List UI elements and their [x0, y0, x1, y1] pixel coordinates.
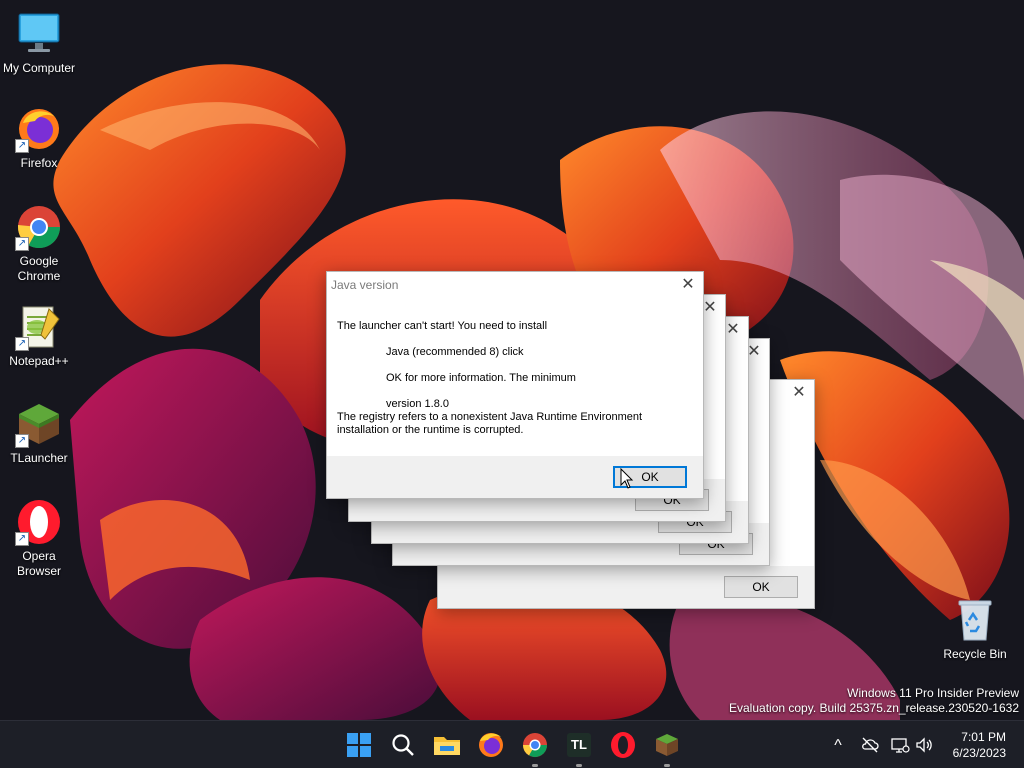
display-icon [891, 738, 910, 753]
opera-icon [611, 732, 635, 758]
opera-icon: ↗ [15, 498, 63, 546]
file-explorer-icon [434, 737, 460, 755]
dialog-message: The launcher can't start! You need to in… [337, 320, 642, 437]
start-icon [347, 733, 371, 757]
ok-button[interactable]: OK [724, 576, 798, 598]
close-icon[interactable]: ✕ [724, 321, 742, 339]
taskbar-opera[interactable] [607, 729, 639, 761]
dialog-title: Java version [331, 278, 399, 292]
desktop-icon-notepad-plus-plus[interactable]: ↗ Notepad++ [0, 303, 78, 369]
desktop-icon-label: TLauncher [10, 451, 68, 465]
running-indicator [532, 764, 538, 767]
chrome-icon: ↗ [15, 203, 63, 251]
desktop-icon-label: Recycle Bin [943, 647, 1007, 661]
monitor-icon [15, 10, 63, 58]
desktop-icon-label: Opera Browser [16, 549, 61, 578]
shortcut-arrow-icon: ↗ [15, 337, 29, 351]
shortcut-arrow-icon: ↗ [15, 532, 29, 546]
notepad-plus-plus-icon: ↗ [15, 303, 63, 351]
message-line: The registry refers to a nonexistent Jav… [337, 411, 643, 423]
taskbar-chrome[interactable] [519, 729, 551, 767]
message-line: version 1.8.0 [386, 398, 449, 410]
taskbar-minecraft[interactable] [651, 729, 683, 767]
volume-button[interactable] [914, 735, 934, 755]
network-button[interactable] [860, 735, 880, 755]
chevron-up-icon: ^ [834, 737, 842, 754]
tlauncher-icon-text: TL [571, 737, 587, 752]
desktop-icon-label: Firefox [20, 156, 58, 170]
taskbar-tlauncher[interactable]: TL [563, 729, 595, 767]
message-line: The launcher can't start! You need to in… [337, 320, 548, 332]
running-indicator [664, 764, 670, 767]
taskbar-file-explorer[interactable] [431, 729, 463, 761]
desktop-icon-label: My Computer [2, 61, 76, 75]
display-button[interactable] [890, 735, 910, 755]
message-line: OK for more information. The minimum [386, 372, 576, 384]
taskbar-firefox[interactable] [475, 729, 507, 761]
desktop-icon-opera-browser[interactable]: ↗ Opera Browser [0, 498, 78, 579]
java-version-dialog[interactable]: Java version ✕ The launcher can't start!… [326, 271, 704, 499]
speaker-icon [916, 737, 932, 753]
firefox-icon: ↗ [15, 105, 63, 153]
search-icon [392, 734, 414, 756]
desktop-icon-google-chrome[interactable]: ↗ Google Chrome [0, 203, 78, 284]
minecraft-icon [656, 734, 678, 756]
search-button[interactable] [387, 729, 419, 761]
watermark-edition: Windows 11 Pro Insider Preview [847, 686, 1019, 700]
taskbar: TL ^ 7:01 PM 6/23/2023 [0, 720, 1024, 768]
desktop-icon-firefox[interactable]: ↗ Firefox [0, 105, 78, 171]
windows-watermark: Windows 11 Pro Insider Preview Evaluatio… [729, 686, 1019, 716]
recycle-bin-icon [951, 596, 999, 644]
clock-date: 6/23/2023 [952, 746, 1006, 760]
start-button[interactable] [343, 729, 375, 761]
close-icon[interactable]: ✕ [679, 276, 697, 294]
desktop-icon-my-computer[interactable]: My Computer [0, 10, 78, 76]
shortcut-arrow-icon: ↗ [15, 434, 29, 448]
firefox-icon [479, 733, 503, 757]
mouse-cursor-icon [620, 468, 634, 489]
running-indicator [576, 764, 582, 767]
desktop-icon-recycle-bin[interactable]: Recycle Bin [936, 596, 1014, 662]
cloud-offline-icon [862, 737, 879, 753]
watermark-build: Evaluation copy. Build 25375.zn_release.… [729, 701, 1019, 715]
clock-time: 7:01 PM [961, 730, 1006, 744]
chrome-icon [523, 733, 547, 758]
shortcut-arrow-icon: ↗ [15, 139, 29, 153]
message-line: installation or the runtime is corrupted… [337, 424, 524, 436]
desktop-icon-label: Notepad++ [9, 354, 69, 368]
show-hidden-icons-button[interactable]: ^ [828, 735, 848, 755]
close-icon[interactable]: ✕ [790, 384, 808, 402]
message-line: Java (recommended 8) click [386, 346, 524, 358]
shortcut-arrow-icon: ↗ [15, 237, 29, 251]
desktop-icon-tlauncher[interactable]: ↗ TLauncher [0, 400, 78, 466]
grass-block-icon: ↗ [15, 400, 63, 448]
desktop-icon-label: Google Chrome [17, 254, 61, 283]
taskbar-clock[interactable]: 7:01 PM 6/23/2023 [953, 729, 1006, 761]
